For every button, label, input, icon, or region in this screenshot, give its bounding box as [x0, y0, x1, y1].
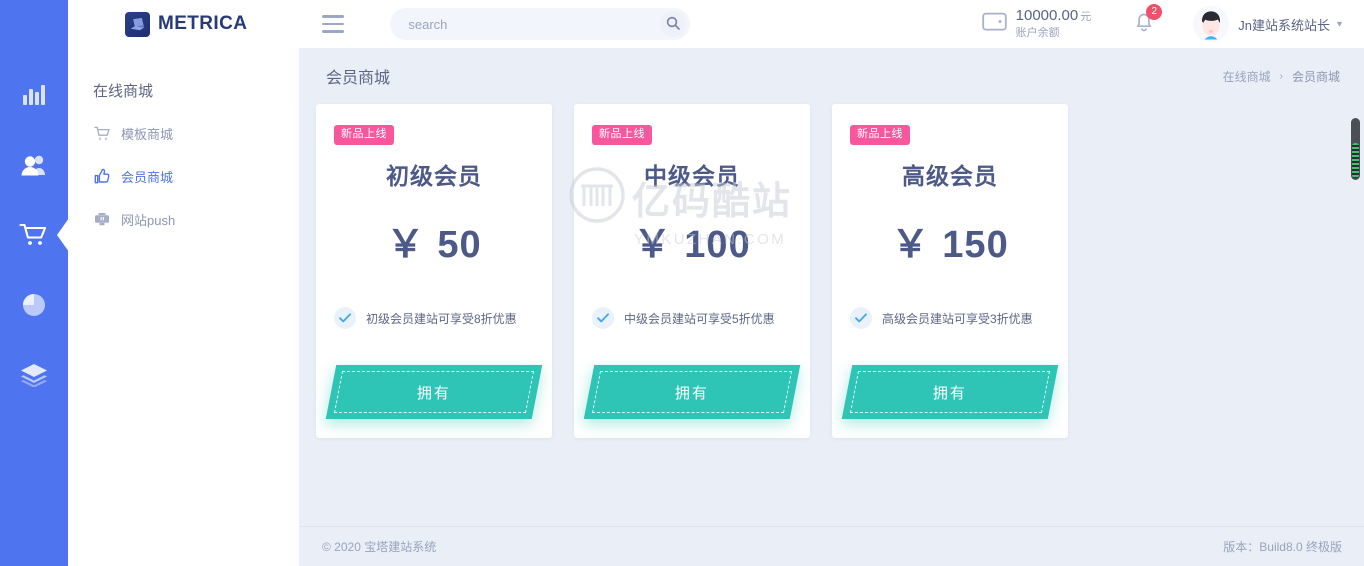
icon-rail: [0, 0, 69, 566]
push-icon: [93, 212, 110, 226]
sidebar-item-label: 模板商城: [121, 126, 174, 142]
card-price: ￥ 50: [316, 213, 552, 268]
rail-item-layers[interactable]: [0, 340, 68, 410]
membership-card: 新品上线 中级会员 ￥ 100 中级会员建站可享受5折优惠 拥有: [574, 104, 810, 438]
thumbs-up-icon: [93, 168, 110, 184]
rail-item-shop[interactable]: [0, 200, 69, 270]
buy-button-label: 拥有: [932, 384, 967, 402]
bar-chart-icon: [21, 83, 47, 107]
search-input[interactable]: [408, 16, 639, 32]
wallet-text: 10000.00 元 账户余额: [1016, 7, 1092, 41]
scrollbar-stripes: [1352, 143, 1359, 178]
app-root: METRICA search 10000.00 元 账户余额 2 Jn建站系统站…: [0, 0, 1364, 566]
breadcrumb-parent[interactable]: 在线商城: [1223, 68, 1271, 85]
chevron-down-icon: ▾: [1336, 18, 1342, 30]
price-value: 150: [942, 224, 1009, 266]
price-value: 50: [437, 224, 482, 266]
hamburger-icon[interactable]: [322, 15, 345, 33]
page-header: 会员商城 在线商城 › 会员商城: [300, 48, 1364, 104]
notification-bell[interactable]: 2: [1133, 4, 1163, 38]
wallet-icon: [981, 11, 1007, 37]
check-circle-icon: [850, 307, 872, 329]
page-title: 会员商城: [326, 70, 391, 87]
page-scrollbar[interactable]: [1351, 118, 1360, 180]
wallet-balance[interactable]: 10000.00 元 账户余额: [981, 7, 1092, 41]
card-feature: 中级会员建站可享受5折优惠: [592, 307, 810, 329]
sidebar: 在线商城 模板商城 会员商城 网站push: [68, 48, 300, 566]
buy-button[interactable]: 拥有: [325, 365, 543, 419]
feature-text: 中级会员建站可享受5折优惠: [624, 311, 775, 326]
card-title: 高级会员: [902, 163, 998, 189]
main-content: 会员商城 在线商城 › 会员商城 新品上线 初级会员 ￥ 50 初级会员建站可享受…: [300, 48, 1364, 566]
card-title: 中级会员: [644, 163, 740, 189]
currency-symbol: ￥: [891, 224, 931, 266]
wallet-amount: 10000.00: [1015, 7, 1079, 25]
check-circle-icon: [334, 307, 356, 329]
feature-text: 高级会员建站可享受3折优惠: [882, 311, 1033, 326]
footer-copyright: © 2020 宝塔建站系统: [322, 540, 437, 554]
membership-card: 新品上线 高级会员 ￥ 150 高级会员建站可享受3折优惠 拥有: [832, 104, 1068, 438]
card-price: ￥ 100: [574, 213, 810, 268]
buy-button-label: 拥有: [674, 384, 709, 402]
status-badge: 新品上线: [334, 125, 394, 145]
status-badge: 新品上线: [592, 125, 652, 145]
card-price: ￥ 150: [832, 213, 1068, 268]
pie-chart-icon: [21, 292, 47, 318]
membership-card: 新品上线 初级会员 ￥ 50 初级会员建站可享受8折优惠 拥有: [316, 104, 552, 438]
membership-card-list: 新品上线 初级会员 ￥ 50 初级会员建站可享受8折优惠 拥有 新品上线 中级会员: [300, 104, 1364, 438]
currency-symbol: ￥: [633, 224, 673, 266]
shopping-cart-icon: [19, 222, 49, 248]
sidebar-item-website-push[interactable]: 网站push: [93, 208, 299, 230]
notification-count: 2: [1146, 4, 1163, 20]
buy-button-label: 拥有: [416, 384, 451, 402]
status-badge: 新品上线: [850, 125, 910, 145]
users-icon: [20, 153, 48, 177]
wallet-label: 账户余额: [1015, 27, 1060, 39]
price-value: 100: [684, 224, 751, 266]
card-feature: 高级会员建站可享受3折优惠: [850, 307, 1068, 329]
search-button[interactable]: [660, 11, 687, 37]
cart-outline-icon: [93, 126, 110, 141]
avatar-icon: [1193, 6, 1230, 42]
sidebar-title: 在线商城: [93, 83, 154, 100]
check-circle-icon: [592, 307, 614, 329]
layers-icon: [20, 363, 48, 387]
active-rail-pointer: [57, 218, 69, 252]
sidebar-item-label: 网站push: [121, 212, 176, 228]
feature-text: 初级会员建站可享受8折优惠: [366, 311, 517, 326]
wallet-unit: 元: [1080, 11, 1092, 24]
top-bar: METRICA search 10000.00 元 账户余额 2 Jn建站系统站…: [68, 0, 1364, 48]
currency-symbol: ￥: [386, 224, 426, 266]
sidebar-item-member-shop[interactable]: 会员商城: [93, 165, 299, 187]
rail-item-reports[interactable]: [0, 270, 68, 340]
user-menu[interactable]: Jn建站系统站长 ▾: [1193, 6, 1342, 42]
topbar-right: 10000.00 元 账户余额 2 Jn建站系统站长 ▾: [981, 4, 1342, 42]
footer-version: 版本：Build8.0 终极版: [1223, 540, 1342, 554]
brand-logo[interactable]: METRICA: [125, 11, 248, 37]
search-box[interactable]: [390, 8, 691, 40]
breadcrumb-current: 会员商城: [1291, 69, 1340, 84]
sidebar-item-label: 会员商城: [121, 169, 174, 185]
search-icon: [666, 16, 681, 33]
card-title: 初级会员: [386, 163, 482, 189]
footer: © 2020 宝塔建站系统 版本：Build8.0 终极版: [300, 526, 1364, 566]
user-name: Jn建站系统站长: [1238, 17, 1330, 33]
laptop-icon: [125, 11, 150, 37]
card-feature: 初级会员建站可享受8折优惠: [334, 307, 552, 329]
breadcrumb: 在线商城 › 会员商城: [1223, 68, 1340, 85]
bell-icon: [1133, 13, 1155, 37]
buy-button[interactable]: 拥有: [841, 365, 1059, 419]
buy-button[interactable]: 拥有: [583, 365, 801, 419]
rail-item-users[interactable]: [0, 130, 68, 200]
breadcrumb-separator-icon: ›: [1279, 70, 1283, 82]
rail-item-analytics[interactable]: [0, 60, 68, 130]
sidebar-item-template-shop[interactable]: 模板商城: [93, 122, 299, 144]
brand-name: METRICA: [158, 13, 248, 34]
